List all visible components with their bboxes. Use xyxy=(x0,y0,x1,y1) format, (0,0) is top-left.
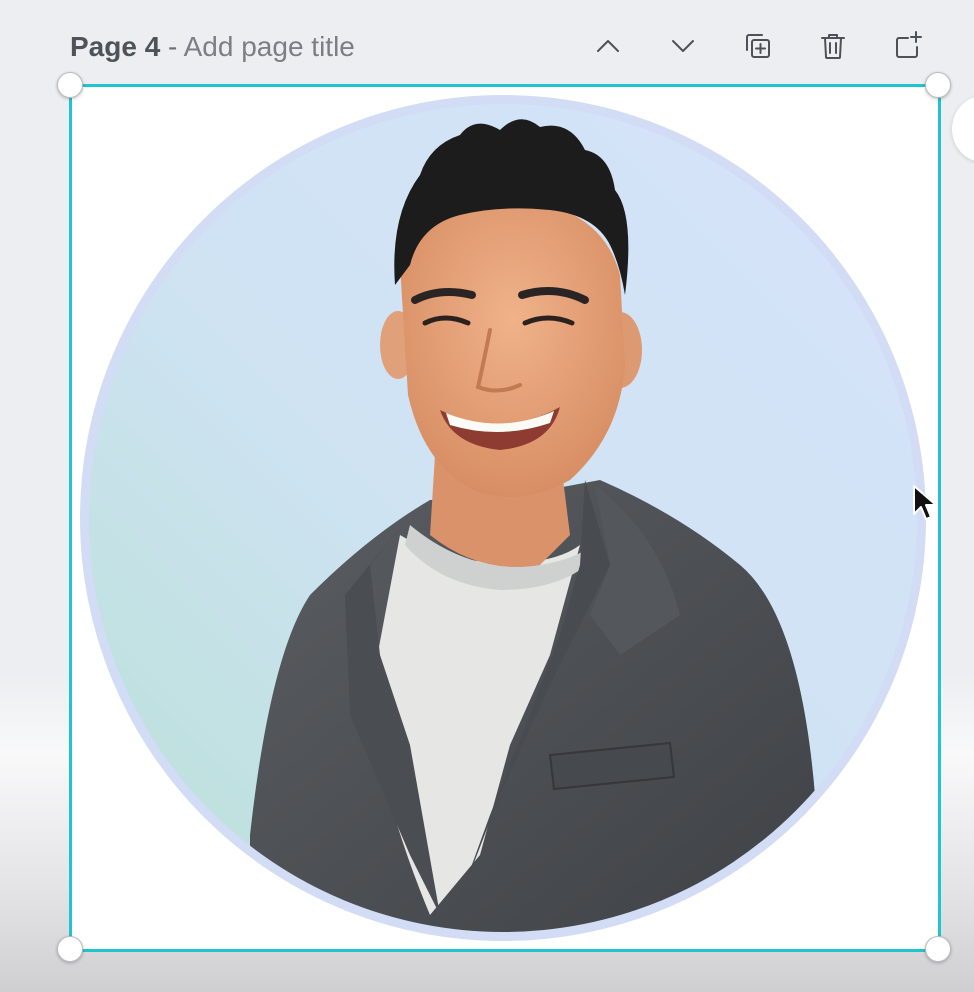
duplicate-page-button[interactable] xyxy=(736,24,780,68)
page-title-separator: - xyxy=(160,31,184,62)
resize-handle-top-left[interactable] xyxy=(57,72,83,98)
portrait-image xyxy=(80,95,926,941)
resize-handle-bottom-right[interactable] xyxy=(925,936,951,962)
move-page-up-button[interactable] xyxy=(586,24,630,68)
page-number: Page 4 xyxy=(70,31,161,62)
add-page-button[interactable] xyxy=(886,24,930,68)
add-page-icon xyxy=(896,31,922,58)
resize-handle-bottom-left[interactable] xyxy=(57,936,83,962)
trash-icon xyxy=(821,34,845,59)
mouse-cursor-icon xyxy=(913,485,937,520)
chevron-up-icon xyxy=(597,40,619,52)
page-header: Page 4 - Add page title xyxy=(0,0,974,80)
chevron-down-icon xyxy=(672,40,694,52)
page-title-placeholder[interactable]: Add page title xyxy=(184,31,355,62)
side-panel-tab[interactable] xyxy=(952,96,974,162)
delete-page-button[interactable] xyxy=(811,24,855,68)
duplicate-page-icon xyxy=(746,34,770,58)
page-title[interactable]: Page 4 - Add page title xyxy=(70,30,355,64)
move-page-down-button[interactable] xyxy=(661,24,705,68)
design-canvas[interactable] xyxy=(70,85,938,949)
circular-portrait-photo[interactable] xyxy=(80,95,926,941)
resize-handle-top-right[interactable] xyxy=(925,72,951,98)
